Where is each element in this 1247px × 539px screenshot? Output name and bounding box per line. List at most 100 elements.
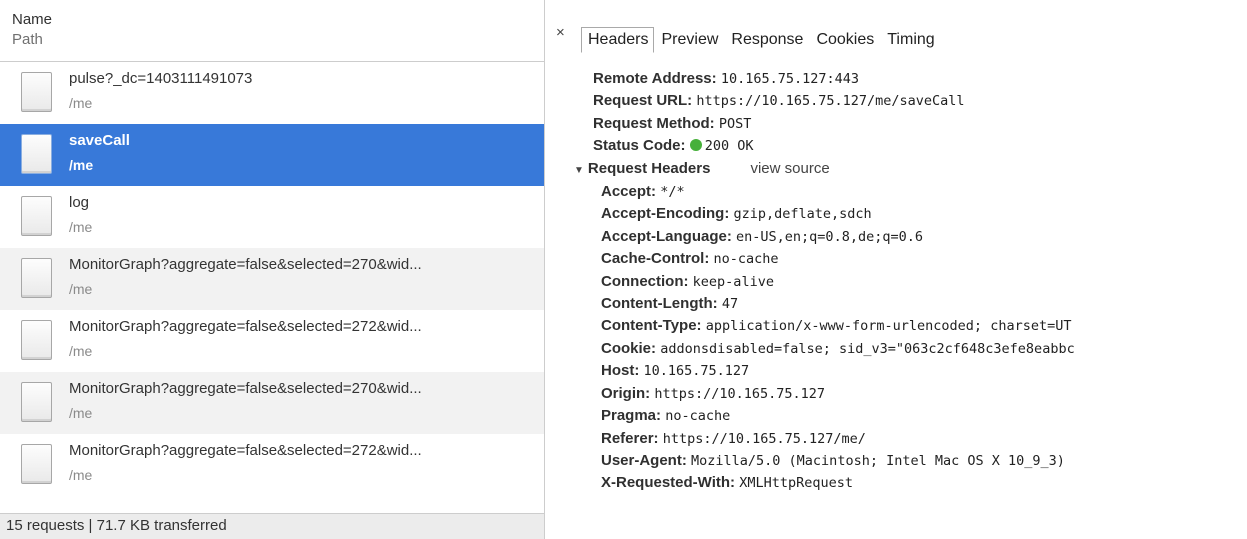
request-path: /me bbox=[69, 405, 93, 421]
tab-headers[interactable]: Headers bbox=[581, 27, 655, 53]
request-path: /me bbox=[69, 157, 94, 173]
request-path: /me bbox=[69, 219, 93, 235]
request-row[interactable]: MonitorGraph?aggregate=false&selected=27… bbox=[0, 434, 544, 496]
general-header-request-url: Request URL: https://10.165.75.127/me/sa… bbox=[593, 90, 1075, 112]
general-header-request-method: Request Method: POST bbox=[593, 113, 1075, 135]
header-key: Referer: bbox=[601, 429, 659, 447]
request-name: pulse?_dc=1403111491073 bbox=[69, 70, 253, 87]
header-value: 10.165.75.127:443 bbox=[720, 71, 859, 87]
header-key: Cookie: bbox=[601, 339, 657, 357]
request-header-row: Cache-Control: no-cache bbox=[601, 248, 1075, 270]
file-icon bbox=[21, 134, 52, 174]
header-value: en-US,en;q=0.8,de;q=0.6 bbox=[736, 228, 923, 245]
header-key: Pragma: bbox=[601, 407, 662, 425]
header-value: no-cache bbox=[665, 408, 731, 425]
request-header-row: Accept-Encoding: gzip,deflate,sdch bbox=[601, 203, 1075, 225]
header-key: Remote Address: bbox=[593, 70, 717, 87]
tab-timing[interactable]: Timing bbox=[880, 27, 940, 53]
header-value: 47 bbox=[721, 296, 739, 313]
tab-preview[interactable]: Preview bbox=[654, 27, 724, 53]
header-value: Mozilla/5.0 (Macintosh; Intel Mac OS X 1… bbox=[691, 452, 1065, 469]
header-key: Request URL: bbox=[593, 92, 693, 110]
header-value: https://10.165.75.127/me/saveCall bbox=[696, 93, 965, 110]
view-source-link[interactable]: view source bbox=[750, 160, 829, 177]
request-header-row: Content-Type: application/x-www-form-url… bbox=[601, 315, 1075, 337]
file-icon bbox=[21, 320, 52, 360]
file-icon bbox=[21, 258, 52, 298]
list-column-header[interactable]: Name Path bbox=[0, 0, 544, 62]
detail-tab-bar: × Headers Preview Response Cookies Timin… bbox=[546, 0, 1247, 58]
request-row[interactable]: MonitorGraph?aggregate=false&selected=27… bbox=[0, 372, 544, 434]
header-value: keep-alive bbox=[692, 273, 774, 290]
request-name: MonitorGraph?aggregate=false&selected=27… bbox=[69, 380, 422, 397]
request-detail-pane: × Headers Preview Response Cookies Timin… bbox=[546, 0, 1247, 539]
header-key: Connection: bbox=[601, 272, 689, 290]
header-key: Request Method: bbox=[593, 114, 715, 132]
file-icon bbox=[21, 196, 52, 236]
request-header-row: X-Requested-With: XMLHttpRequest bbox=[601, 472, 1075, 494]
request-name: MonitorGraph?aggregate=false&selected=27… bbox=[69, 442, 422, 459]
request-path: /me bbox=[69, 343, 93, 359]
header-value: 200 OK bbox=[704, 138, 754, 155]
header-value: 10.165.75.127 bbox=[643, 363, 750, 380]
header-key: User-Agent: bbox=[601, 451, 687, 469]
request-path: /me bbox=[69, 281, 93, 297]
header-value: gzip,deflate,sdch bbox=[733, 206, 872, 223]
request-header-row: Connection: keep-alive bbox=[601, 271, 1075, 293]
section-title: Request Headers bbox=[587, 159, 711, 177]
request-header-row: Cookie: addonsdisabled=false; sid_v3="06… bbox=[601, 338, 1075, 360]
header-value: */* bbox=[660, 184, 685, 201]
request-row-selected[interactable]: saveCall /me bbox=[0, 124, 544, 186]
request-name: MonitorGraph?aggregate=false&selected=27… bbox=[69, 318, 422, 335]
header-value: POST bbox=[718, 115, 752, 132]
header-value: no-cache bbox=[713, 251, 779, 268]
header-key: Accept: bbox=[601, 183, 657, 201]
request-row[interactable]: pulse?_dc=1403111491073 /me bbox=[0, 62, 544, 124]
header-key: X-Requested-With: bbox=[601, 474, 736, 492]
path-column-label: Path bbox=[12, 31, 43, 48]
tab-cookies[interactable]: Cookies bbox=[809, 27, 880, 53]
close-icon[interactable]: × bbox=[556, 24, 565, 41]
header-key: Host: bbox=[601, 362, 640, 380]
file-icon bbox=[21, 382, 52, 422]
request-row[interactable]: MonitorGraph?aggregate=false&selected=27… bbox=[0, 248, 544, 310]
header-key: Accept-Language: bbox=[601, 227, 732, 245]
request-list-pane: Name Path pulse?_dc=1403111491073 /me sa… bbox=[0, 0, 545, 539]
file-icon bbox=[21, 72, 52, 112]
request-row[interactable]: MonitorGraph?aggregate=false&selected=27… bbox=[0, 310, 544, 372]
request-header-row: Content-Length: 47 bbox=[601, 293, 1075, 315]
request-path: /me bbox=[69, 95, 93, 111]
general-header-remote-address: Remote Address: 10.165.75.127:443 bbox=[593, 68, 1075, 90]
name-column-label: Name bbox=[12, 11, 53, 28]
tab-response[interactable]: Response bbox=[724, 27, 809, 53]
request-header-row: Accept-Language: en-US,en;q=0.8,de;q=0.6 bbox=[601, 226, 1075, 248]
file-icon bbox=[21, 444, 52, 484]
request-path: /me bbox=[69, 467, 93, 483]
status-ok-icon bbox=[689, 139, 702, 152]
request-header-row: Referer: https://10.165.75.127/me/ bbox=[601, 428, 1075, 450]
network-summary-status: 15 requests | 71.7 KB transferred bbox=[0, 513, 544, 539]
request-header-row: User-Agent: Mozilla/5.0 (Macintosh; Inte… bbox=[601, 450, 1075, 472]
header-value: https://10.165.75.127/me/ bbox=[662, 430, 866, 447]
headers-content: Remote Address: 10.165.75.127:443 Reques… bbox=[574, 68, 1075, 495]
header-value: https://10.165.75.127 bbox=[654, 385, 826, 402]
request-name: saveCall bbox=[69, 132, 130, 149]
general-header-status-code: Status Code: 200 OK bbox=[593, 135, 1075, 157]
header-value: application/x-www-form-urlencoded; chars… bbox=[705, 318, 1072, 335]
disclosure-triangle-icon[interactable]: ▼ bbox=[574, 165, 584, 176]
request-header-row: Host: 10.165.75.127 bbox=[601, 360, 1075, 382]
header-key: Cache-Control: bbox=[601, 250, 710, 268]
header-value: XMLHttpRequest bbox=[739, 475, 853, 492]
request-header-row: Accept: */* bbox=[601, 181, 1075, 203]
request-header-row: Pragma: no-cache bbox=[601, 405, 1075, 427]
header-key: Origin: bbox=[601, 384, 651, 402]
header-key: Status Code: bbox=[593, 137, 686, 155]
request-headers-list: Accept: */* Accept-Encoding: gzip,deflate… bbox=[601, 181, 1075, 495]
request-header-row: Origin: https://10.165.75.127 bbox=[601, 383, 1075, 405]
request-row[interactable]: log /me bbox=[0, 186, 544, 248]
header-value: addonsdisabled=false; sid_v3="063c2cf648… bbox=[660, 340, 1075, 357]
request-name: log bbox=[69, 194, 90, 211]
header-key: Accept-Encoding: bbox=[601, 205, 730, 223]
request-headers-section[interactable]: ▼ Request Headers view source bbox=[574, 158, 1075, 181]
request-name: MonitorGraph?aggregate=false&selected=27… bbox=[69, 256, 422, 273]
